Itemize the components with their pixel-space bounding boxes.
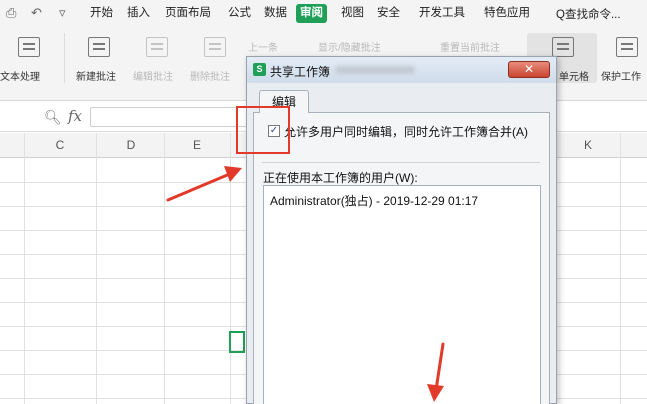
protect-workbook-icon xyxy=(616,37,638,57)
tab-formula[interactable]: 公式 xyxy=(228,6,251,21)
zoom-icon[interactable]: 🔍︎ xyxy=(44,109,62,126)
tab-home[interactable]: 开始 xyxy=(90,6,113,21)
protect-cell-icon xyxy=(552,37,574,57)
tab-special[interactable]: 特色应用 xyxy=(484,6,530,21)
tab-panel: ✓ 允许多用户同时编辑，同时允许工作簿合并(A) 正在使用本工作簿的用户(W):… xyxy=(253,112,550,404)
column-header-d[interactable]: D xyxy=(121,138,141,152)
reset-comment-button[interactable]: 重置当前批注 xyxy=(440,39,500,54)
formula-input[interactable] xyxy=(90,107,260,127)
close-button[interactable]: ✕ xyxy=(508,61,550,78)
delete-comment-button[interactable]: 删除批注 xyxy=(190,68,230,83)
ribbon-separator xyxy=(64,33,65,83)
divider xyxy=(262,162,540,163)
column-header-e[interactable]: E xyxy=(187,138,207,152)
tab-security[interactable]: 安全 xyxy=(377,6,400,21)
users-label: 正在使用本工作簿的用户(W): xyxy=(263,171,418,185)
edit-comment-button[interactable]: 编辑批注 xyxy=(133,68,173,83)
dialog-title: 共享工作簿 xyxy=(270,65,331,79)
customize-dropdown-icon[interactable]: ▿ xyxy=(59,5,66,21)
text-process-button[interactable]: 文本处理 xyxy=(0,68,40,83)
show-hide-comments-button[interactable]: 显示/隐藏批注 xyxy=(318,39,381,54)
delete-comment-icon xyxy=(204,37,226,57)
column-header-k[interactable]: K xyxy=(578,138,598,152)
users-list[interactable]: Administrator(独占) - 2019-12-29 01:17 xyxy=(263,185,541,404)
list-item[interactable]: Administrator(独占) - 2019-12-29 01:17 xyxy=(270,192,478,209)
edit-comment-icon xyxy=(146,37,168,57)
allow-multi-edit-label[interactable]: 允许多用户同时编辑，同时允许工作簿合并(A) xyxy=(284,123,528,140)
selected-cell[interactable] xyxy=(229,331,245,353)
dialog-body: ✓ 允许多用户同时编辑，同时允许工作簿合并(A) 正在使用本工作簿的用户(W):… xyxy=(253,90,550,404)
annotation-arrow-down xyxy=(427,342,445,402)
tab-page-layout[interactable]: 页面布局 xyxy=(165,6,211,21)
protect-cell-button[interactable]: 单元格 xyxy=(559,68,589,83)
menu-bar: ⎙ ↶ ▿ 开始 插入 页面布局 公式 数据 审阅 视图 安全 开发工具 特色应… xyxy=(0,0,647,27)
search-command[interactable]: Q查找命令... xyxy=(556,6,621,22)
app-logo-icon: S xyxy=(253,63,266,76)
grid-line xyxy=(24,133,25,404)
tab-developer[interactable]: 开发工具 xyxy=(419,6,465,21)
undo-icon[interactable]: ↶ xyxy=(31,5,42,21)
tab-data[interactable]: 数据 xyxy=(264,6,287,21)
print-preview-icon[interactable]: ⎙ xyxy=(6,5,16,21)
blurred-region xyxy=(335,66,415,74)
new-comment-button[interactable]: 新建批注 xyxy=(76,68,116,83)
annotation-arrow-left xyxy=(166,166,242,202)
share-workbook-dialog: S 共享工作簿 ✕ ✓ 允许多用户同时编辑，同时允许工作簿合并(A) 正在使用本… xyxy=(246,56,557,404)
grid-line xyxy=(620,133,621,404)
protect-workbook-button[interactable]: 保护工作 xyxy=(601,68,641,83)
tab-view[interactable]: 视图 xyxy=(341,6,364,21)
column-header-c[interactable]: C xyxy=(50,138,70,152)
new-comment-icon xyxy=(88,37,110,57)
tab-insert[interactable]: 插入 xyxy=(127,6,150,21)
highlight-box xyxy=(236,106,290,154)
text-process-icon xyxy=(18,37,40,57)
tab-review[interactable]: 审阅 xyxy=(296,4,327,23)
fx-label[interactable]: fx xyxy=(68,107,82,125)
prev-comment-button[interactable]: 上一条 xyxy=(248,39,278,54)
dialog-titlebar[interactable]: S 共享工作簿 ✕ xyxy=(247,57,556,83)
grid-line xyxy=(96,133,97,404)
